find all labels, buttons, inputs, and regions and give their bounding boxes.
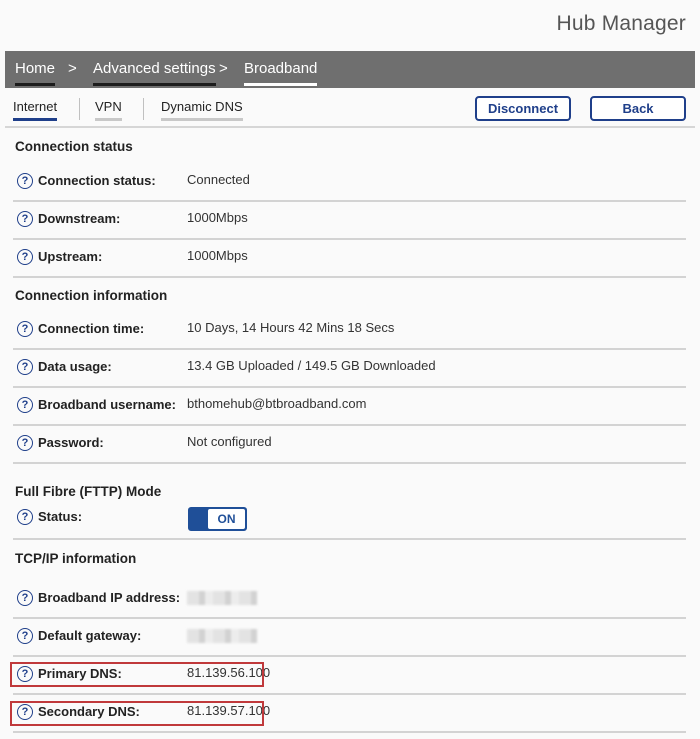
divider [13,462,686,464]
highlight-box-primary-dns [10,662,264,687]
row-label: Upstream: [38,249,103,264]
breadcrumb-home[interactable]: Home [15,60,56,86]
divider [5,126,695,128]
row-value: 10 Days, 14 Hours 42 Mins 18 Secs [187,320,395,335]
row-value: 13.4 GB Uploaded / 149.5 GB Downloaded [187,358,436,373]
help-icon[interactable]: ? [17,173,33,189]
row-value: 1000Mbps [187,248,248,263]
tab-internet[interactable]: Internet [13,99,58,121]
row-label: Broadband username: [38,397,176,412]
disconnect-button[interactable]: Disconnect [475,96,571,121]
divider [13,276,686,278]
redacted-value [187,591,257,605]
row-label: Downstream: [38,211,121,226]
row-connection-time: ? Connection time: 10 Days, 14 Hours 42 … [13,312,686,350]
row-label: Status: [38,509,83,524]
row-value: Connected [187,172,250,187]
help-icon[interactable]: ? [17,509,33,525]
row-label: Broadband IP address: [38,590,181,605]
row-label: Data usage: [38,359,112,374]
section-title-fttp-mode: Full Fibre (FTTP) Mode [15,484,162,499]
help-icon[interactable]: ? [17,628,33,644]
tab-divider [143,98,144,120]
back-button[interactable]: Back [590,96,686,121]
row-fttp-status: ? Status: ON [13,505,686,540]
breadcrumb-advanced-settings[interactable]: Advanced settings [93,60,216,86]
tab-dynamic-dns[interactable]: Dynamic DNS [161,99,243,121]
row-downstream: ? Downstream: 1000Mbps [13,202,686,240]
help-icon[interactable]: ? [17,211,33,227]
help-icon[interactable]: ? [17,397,33,413]
row-password: ? Password: Not configured [13,426,686,464]
tab-vpn[interactable]: VPN [95,99,122,121]
row-upstream: ? Upstream: 1000Mbps [13,240,686,278]
help-icon[interactable]: ? [17,359,33,375]
row-label: Connection status: [38,173,156,188]
chevron-right-icon: > [219,60,228,77]
redacted-value [187,629,257,643]
help-icon[interactable]: ? [17,435,33,451]
help-icon[interactable]: ? [17,249,33,265]
highlight-box-secondary-dns [10,701,264,726]
fttp-mode-toggle[interactable]: ON [188,507,247,531]
row-label: Connection time: [38,321,145,336]
row-broadband-username: ? Broadband username: bthomehub@btbroadb… [13,388,686,426]
section-title-tcpip: TCP/IP information [15,551,137,566]
breadcrumb: Home > Advanced settings > Broadband [5,51,695,88]
tab-divider [79,98,80,120]
row-data-usage: ? Data usage: 13.4 GB Uploaded / 149.5 G… [13,350,686,388]
row-value: bthomehub@btbroadband.com [187,396,367,411]
row-default-gateway: ? Default gateway: [13,619,686,657]
row-label: Password: [38,435,104,450]
row-broadband-ip: ? Broadband IP address: [13,581,686,619]
chevron-right-icon: > [68,60,77,77]
divider [13,731,686,733]
toggle-state-label: ON [208,509,245,529]
breadcrumb-broadband: Broadband [244,60,318,86]
divider [13,538,686,540]
row-connection-status: ? Connection status: Connected [13,164,686,202]
help-icon[interactable]: ? [17,321,33,337]
app-title: Hub Manager [556,12,686,35]
row-value: Not configured [187,434,272,449]
tab-bar: Internet VPN Dynamic DNS Disconnect Back [0,88,700,128]
section-title-connection-information: Connection information [15,288,168,303]
section-title-connection-status: Connection status [15,139,133,154]
help-icon[interactable]: ? [17,590,33,606]
row-value: 1000Mbps [187,210,248,225]
row-label: Default gateway: [38,628,142,643]
